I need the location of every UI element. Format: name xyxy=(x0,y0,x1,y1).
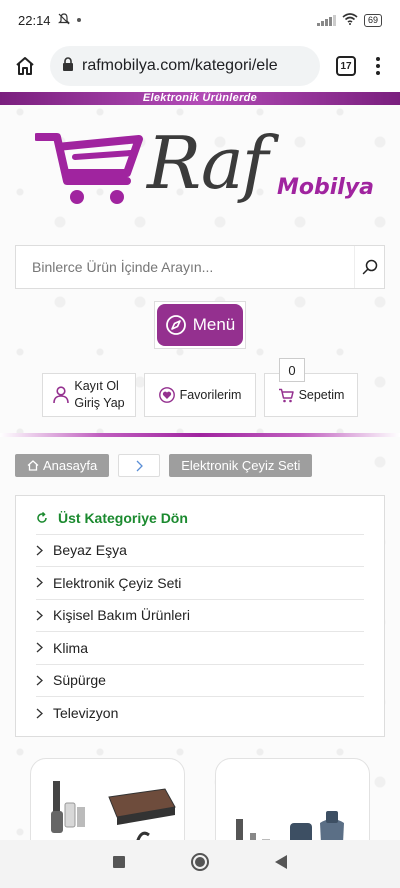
register-link[interactable]: Kayıt Ol xyxy=(74,378,124,395)
web-page: Elektronik Ürünlerde Raf Mobilya Menü xyxy=(0,92,400,840)
site-logo[interactable]: Raf Mobilya xyxy=(0,113,400,225)
search-input[interactable] xyxy=(16,246,354,288)
product-image xyxy=(236,810,344,840)
lock-icon xyxy=(62,56,74,76)
category-label: Beyaz Eşya xyxy=(53,542,127,559)
square-icon xyxy=(113,855,125,868)
breadcrumb-current-label: Elektronik Çeyiz Seti xyxy=(181,458,301,473)
recent-apps-button[interactable] xyxy=(112,855,126,874)
account-actions: Kayıt Ol Giriş Yap Favorilerim 0 Sepetim xyxy=(0,358,400,417)
chevron-right-icon xyxy=(36,675,43,686)
category-item[interactable]: Elektronik Çeyiz Seti xyxy=(36,567,364,600)
login-link[interactable]: Giriş Yap xyxy=(74,395,124,412)
menu-label: Menü xyxy=(192,315,236,334)
product-grid xyxy=(0,757,400,840)
parent-category-link[interactable]: Üst Kategoriye Dön xyxy=(36,502,364,535)
notification-dot-icon xyxy=(76,18,81,22)
chevron-right-icon xyxy=(36,577,43,588)
chevron-right-icon xyxy=(36,708,43,719)
menu-button[interactable]: Menü xyxy=(157,304,243,346)
compass-icon xyxy=(165,315,186,335)
product-card[interactable] xyxy=(215,757,370,840)
category-label: Kişisel Bakım Ürünleri xyxy=(53,607,190,624)
heart-icon xyxy=(158,387,175,403)
wifi-icon xyxy=(342,12,358,28)
promo-banner[interactable]: Elektronik Ürünlerde xyxy=(0,92,400,105)
browser-toolbar: rafmobilya.com/kategori/ele 17 xyxy=(0,40,400,92)
category-item[interactable]: Süpürge xyxy=(36,665,364,697)
cart-label: Sepetim xyxy=(298,388,345,402)
account-button[interactable]: Kayıt Ol Giriş Yap xyxy=(42,373,136,417)
breadcrumb-home[interactable]: Anasayfa xyxy=(15,454,110,477)
overflow-menu-icon[interactable] xyxy=(366,57,390,75)
favorites-button[interactable]: Favorilerim xyxy=(144,373,256,417)
status-bar: 22:14 69 xyxy=(0,0,400,40)
home-icon xyxy=(27,460,39,471)
address-bar[interactable]: rafmobilya.com/kategori/ele xyxy=(50,46,320,86)
battery-icon: 69 xyxy=(363,13,382,27)
product-image xyxy=(51,780,176,840)
breadcrumb: Anasayfa Elektronik Çeyiz Seti xyxy=(0,454,400,477)
system-navigation-bar xyxy=(0,840,400,888)
chevron-right-icon xyxy=(36,610,43,621)
breadcrumb-home-label: Anasayfa xyxy=(43,458,98,473)
home-button[interactable] xyxy=(10,51,40,81)
category-label: Klima xyxy=(53,639,89,656)
category-item[interactable]: Televizyon xyxy=(36,697,364,730)
section-divider xyxy=(0,433,400,437)
category-item[interactable]: Kişisel Bakım Ürünleri xyxy=(36,600,364,632)
back-triangle-icon xyxy=(275,854,287,869)
breadcrumb-separator xyxy=(118,454,161,477)
category-list: Üst Kategoriye Dön Beyaz Eşya Elektronik… xyxy=(15,495,385,737)
cart-button[interactable]: 0 Sepetim xyxy=(264,358,358,417)
chevron-right-icon xyxy=(36,642,43,653)
category-label: Televizyon xyxy=(53,705,119,722)
cart-logo-icon xyxy=(35,133,143,204)
logo-text-raf: Raf xyxy=(147,121,268,205)
cart-count-badge: 0 xyxy=(279,358,305,382)
logo-text-mobilya: Mobilya xyxy=(277,175,375,200)
category-label: Elektronik Çeyiz Seti xyxy=(53,574,182,591)
category-item[interactable]: Beyaz Eşya xyxy=(36,535,364,567)
tab-switcher-button[interactable]: 17 xyxy=(336,56,356,76)
circle-icon xyxy=(191,852,209,871)
mute-icon xyxy=(57,12,71,29)
chevron-right-icon xyxy=(136,460,144,471)
user-icon xyxy=(53,386,70,404)
search-button[interactable] xyxy=(354,246,384,288)
signal-icon xyxy=(316,14,336,26)
status-time: 22:14 xyxy=(18,12,51,28)
url-text: rafmobilya.com/kategori/ele xyxy=(82,57,278,74)
refresh-icon xyxy=(37,511,47,523)
search-bar xyxy=(15,245,385,289)
category-item[interactable]: Klima xyxy=(36,632,364,665)
home-nav-button[interactable] xyxy=(190,852,210,877)
chevron-right-icon xyxy=(36,545,43,556)
breadcrumb-current[interactable]: Elektronik Çeyiz Seti xyxy=(169,454,313,477)
shopping-cart-icon xyxy=(278,388,294,402)
back-nav-button[interactable] xyxy=(274,854,288,875)
parent-category-label: Üst Kategoriye Dön xyxy=(58,509,188,526)
favorites-label: Favorilerim xyxy=(179,388,242,402)
category-label: Süpürge xyxy=(53,672,106,689)
home-icon xyxy=(16,57,34,75)
product-card[interactable] xyxy=(30,757,185,840)
search-icon xyxy=(362,259,377,275)
